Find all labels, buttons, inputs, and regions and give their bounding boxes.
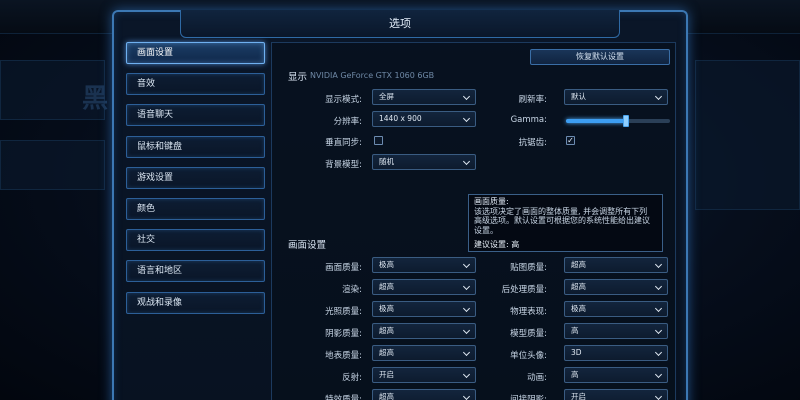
background-model-label: 背景模型: [325,160,362,170]
refresh-rate-dropdown[interactable]: 默认 [564,89,668,105]
resolution-dropdown[interactable]: 1440 x 900 [372,111,476,127]
chevron-down-icon [462,282,471,291]
graphics-setting-dropdown[interactable]: 极高 [564,301,668,317]
display-mode-label: 显示模式: [325,95,362,105]
chevron-down-icon [462,260,471,269]
graphics-setting-label: 渲染: [342,285,362,295]
graphics-setting-label: 特效质量: [325,395,362,400]
tooltip-recommendation: 建议设置: 高 [474,240,520,249]
sidebar-item[interactable]: 画面设置 [126,42,265,64]
chevron-down-icon [462,392,471,400]
background-panel [695,60,800,210]
graphics-setting-label: 后处理质量: [501,285,547,295]
antialiasing-checkbox[interactable]: ✓ [566,136,575,145]
graphics-setting-label: 单位头像: [510,351,547,361]
display-section-title: 显示 [288,72,308,83]
graphics-setting-dropdown[interactable]: 3D [564,345,668,361]
tooltip-body: 该选项决定了画面的整体质量, 并会调整所有下列 高级选项。默认设置可根据您的系统… [474,206,650,235]
gpu-name: NVIDIA GeForce GTX 1060 6GB [310,71,435,80]
graphics-setting-label: 反射: [342,373,362,383]
chevron-down-icon [462,157,471,166]
graphics-setting-label: 光照质量: [325,307,362,317]
graphics-setting-dropdown[interactable]: 超高 [372,389,476,400]
gamma-slider-fill [566,119,627,123]
graphics-setting-dropdown[interactable]: 极高 [372,257,476,273]
settings-panel: 恢复默认设置 显示 NVIDIA GeForce GTX 1060 6GB 显示… [271,42,676,400]
graphics-setting-dropdown[interactable]: 超高 [564,279,668,295]
options-sidebar: 画面设置音效语音聊天鼠标和键盘游戏设置颜色社交语言和地区观战和录像 [126,42,265,323]
graphics-setting-dropdown[interactable]: 开启 [372,367,476,383]
gamma-slider[interactable] [566,115,670,127]
graphics-setting-dropdown[interactable]: 高 [564,367,668,383]
graphics-setting-dropdown[interactable]: 超高 [372,323,476,339]
graphics-setting-label: 画面质量: [325,263,362,273]
graphics-setting-dropdown[interactable]: 超高 [372,345,476,361]
graphics-setting-label: 阴影质量: [325,329,362,339]
chevron-down-icon [462,348,471,357]
chevron-down-icon [654,370,663,379]
options-window: 选项 画面设置 音效 语音聊天 鼠标和键盘 游戏设置 颜色 社交 语言和地区 观战和录像 恢复默… [112,10,688,400]
sidebar-item[interactable]: 鼠标和键盘 [126,135,265,158]
chevron-down-icon [462,92,471,101]
gamma-slider-handle[interactable] [623,115,630,127]
vsync-checkbox[interactable] [374,136,383,145]
background-model-dropdown[interactable]: 随机 [372,154,476,170]
chevron-down-icon [654,326,663,335]
graphics-setting-dropdown[interactable]: 高 [564,323,668,339]
sidebar-item[interactable]: 语音聊天 [126,104,265,127]
graphics-setting-label: 地表质量: [325,351,362,361]
background-panel [0,140,105,190]
sidebar-item[interactable]: 游戏设置 [126,166,265,189]
display-mode-dropdown[interactable]: 全屏 [372,89,476,105]
chevron-down-icon [462,114,471,123]
sidebar-item[interactable]: 语言和地区 [126,260,265,283]
chevron-down-icon [462,304,471,313]
chevron-down-icon [654,348,663,357]
reset-defaults-button[interactable]: 恢复默认设置 [530,49,670,65]
graphics-setting-label: 物理表现: [510,307,547,317]
graphics-section-title: 画面设置 [288,240,327,251]
graphics-setting-label: 间接阴影: [510,395,547,400]
graphics-setting-label: 贴图质量: [510,263,547,273]
window-title: 选项 [180,10,620,38]
vsync-label: 垂直同步: [325,138,362,148]
graphics-setting-label: 模型质量: [510,329,547,339]
graphics-setting-dropdown[interactable]: 超高 [564,257,668,273]
antialiasing-label: 抗锯齿: [518,138,547,148]
quality-tooltip: 画面质量: 该选项决定了画面的整体质量, 并会调整所有下列 高级选项。默认设置可… [468,194,663,252]
sidebar-item[interactable]: 颜色 [126,197,265,220]
chevron-down-icon [462,326,471,335]
refresh-rate-label: 刷新率: [518,95,547,105]
graphics-setting-dropdown[interactable]: 超高 [372,279,476,295]
chevron-down-icon [654,260,663,269]
chevron-down-icon [654,304,663,313]
tooltip-title: 画面质量: [474,197,509,206]
chevron-down-icon [654,392,663,400]
chevron-down-icon [654,92,663,101]
sidebar-item[interactable]: 观战和录像 [126,291,265,314]
chevron-down-icon [462,370,471,379]
sidebar-item[interactable]: 音效 [126,73,265,96]
chevron-down-icon [654,282,663,291]
graphics-setting-label: 动画: [527,373,547,383]
resolution-label: 分辨率: [333,117,362,127]
graphics-setting-dropdown[interactable]: 开启 [564,389,668,400]
gamma-label: Gamma: [510,115,547,125]
sidebar-item[interactable]: 社交 [126,229,265,252]
background-glyph: 黑 [82,84,109,114]
graphics-setting-dropdown[interactable]: 极高 [372,301,476,317]
